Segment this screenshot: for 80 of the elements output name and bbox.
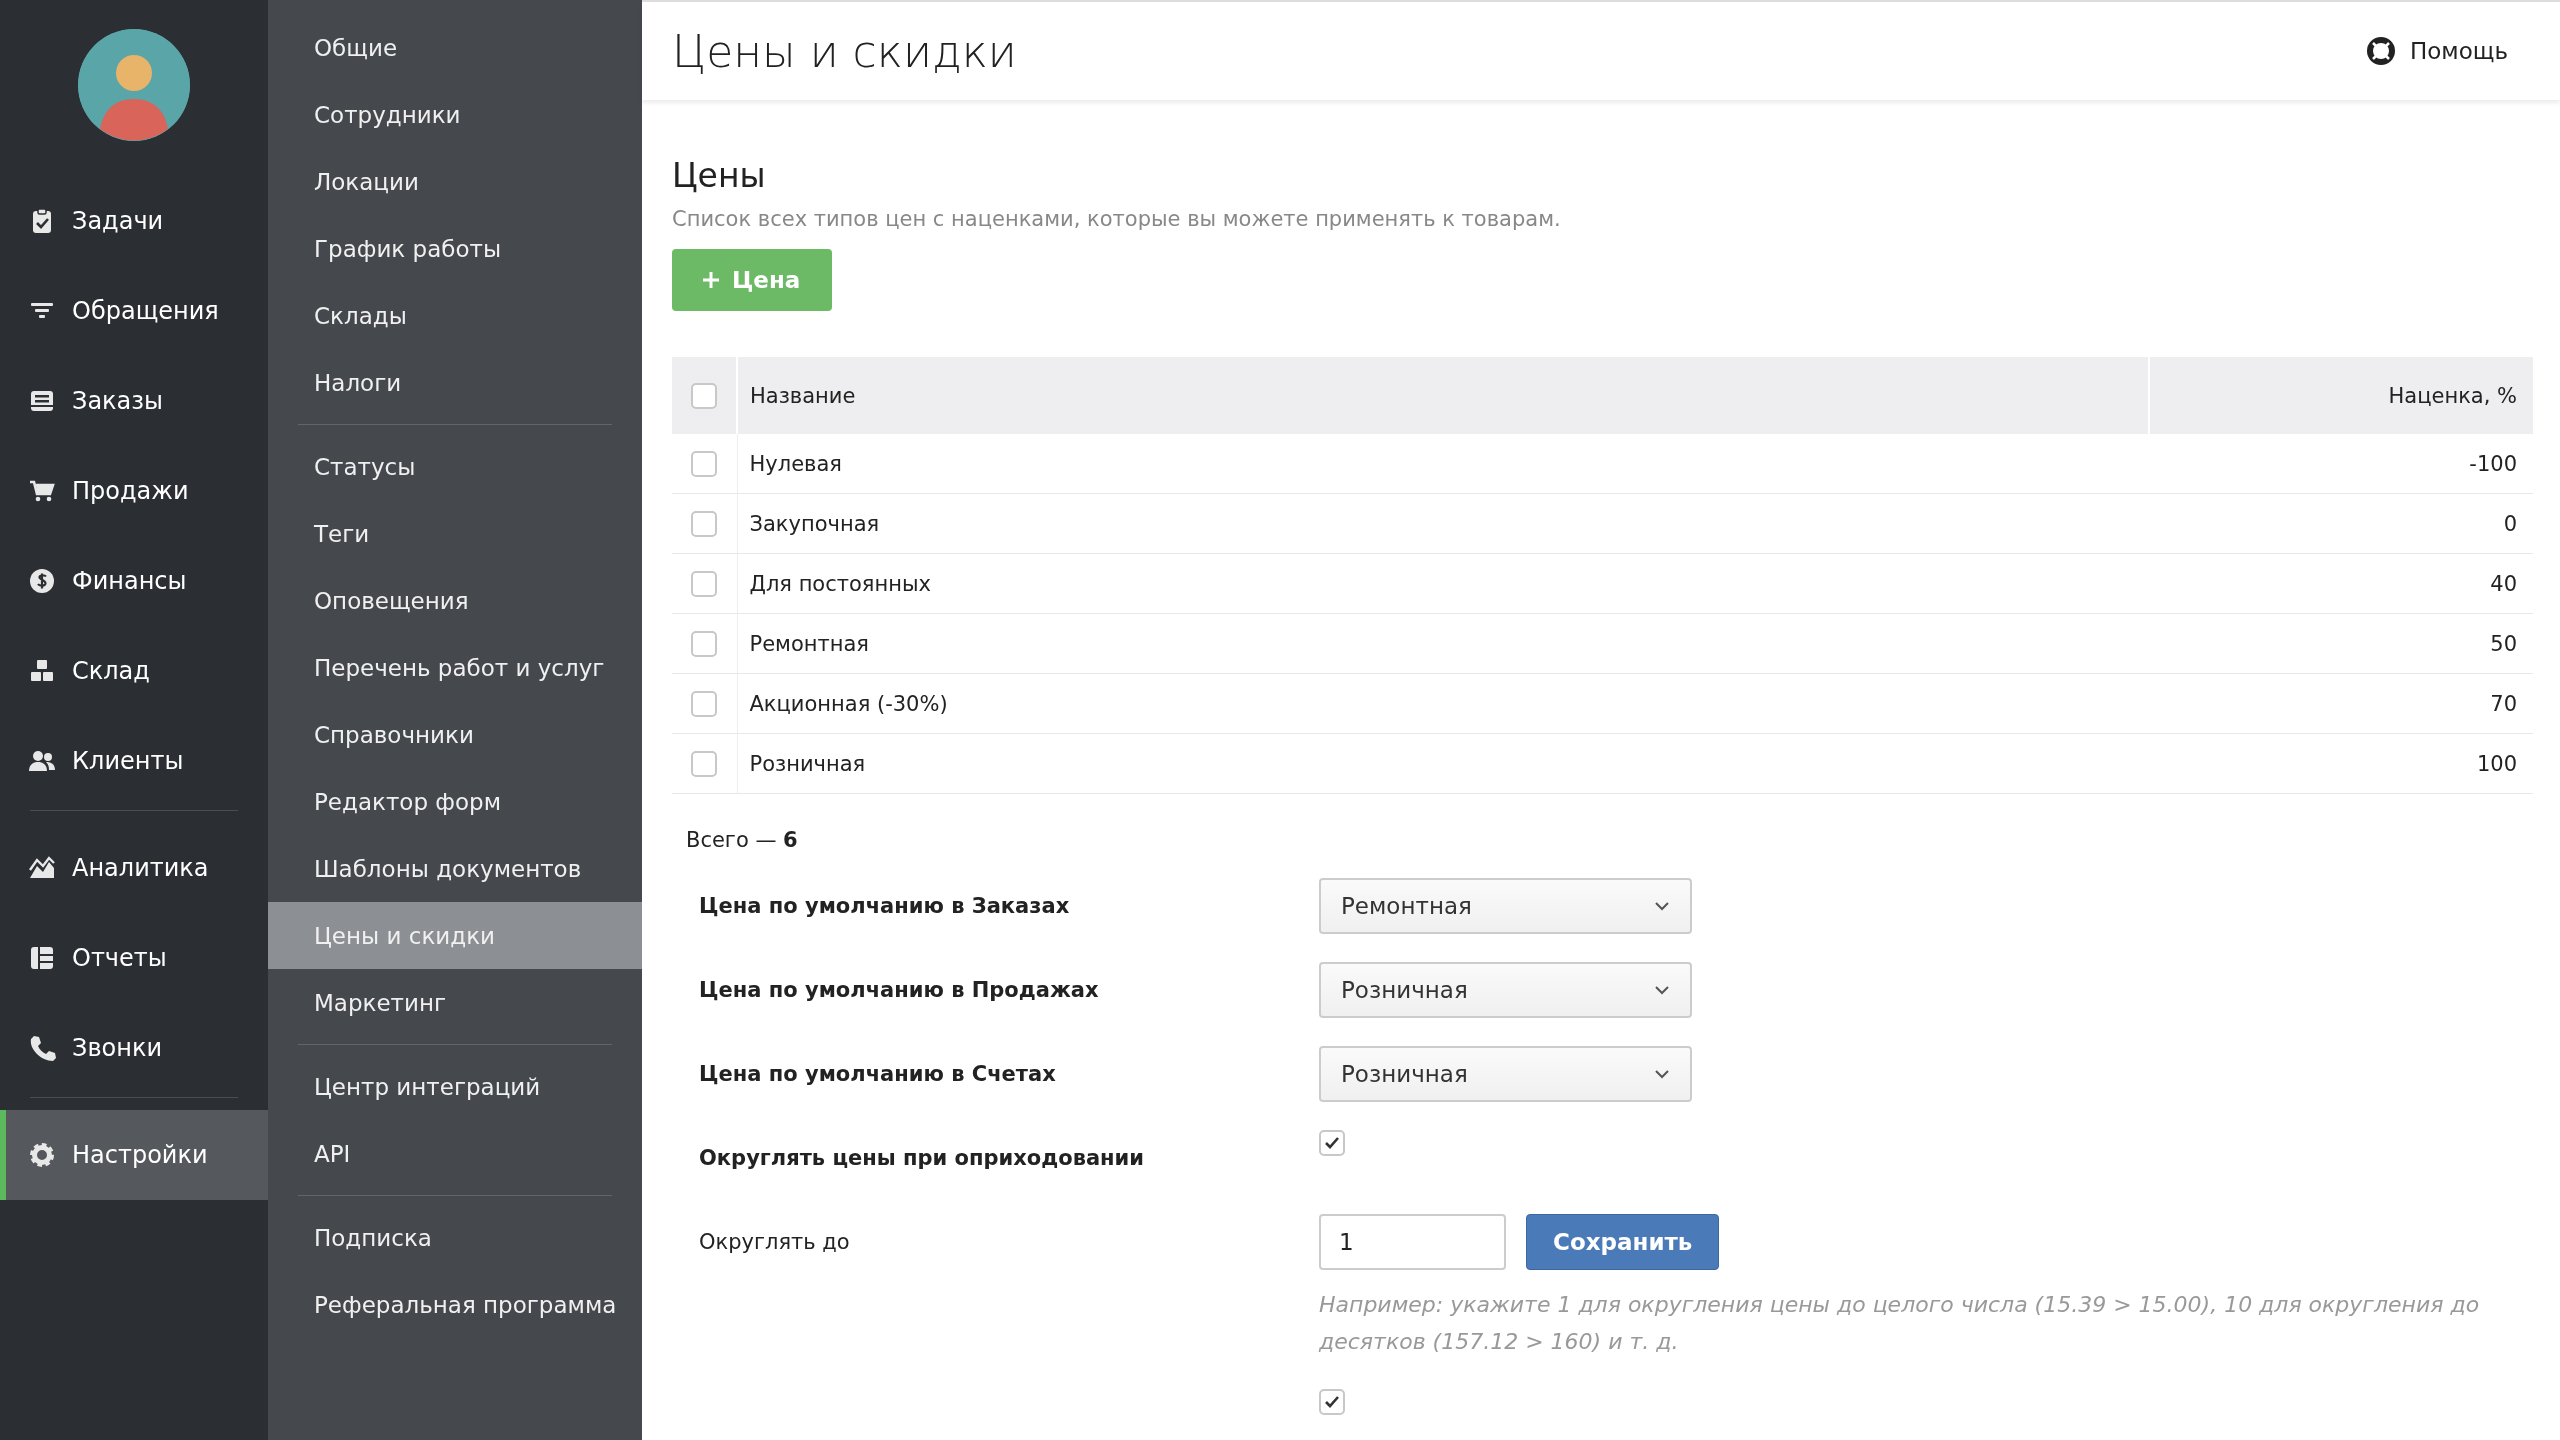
help-button[interactable]: Помощь bbox=[2360, 35, 2514, 67]
gear-icon bbox=[28, 1141, 56, 1169]
row-checkbox[interactable] bbox=[691, 630, 718, 657]
chevron-down-icon bbox=[1654, 985, 1670, 995]
settings-menu-item[interactable]: Подписка bbox=[268, 1204, 642, 1271]
settings-menu-item[interactable]: Общие bbox=[268, 14, 642, 81]
table-cell: 100 bbox=[2149, 733, 2533, 794]
checkbox[interactable] bbox=[1319, 1388, 1345, 1415]
nav-item[interactable]: Продажи bbox=[0, 446, 268, 536]
nav-item[interactable]: Задачи bbox=[0, 176, 268, 266]
price-dropdown[interactable]: Розничная bbox=[1319, 1046, 1692, 1102]
row-checkbox[interactable] bbox=[691, 570, 718, 597]
total-count: Всего — 6 bbox=[686, 828, 799, 852]
settings-menu-item[interactable]: Теги bbox=[268, 500, 642, 567]
table-cell: Акционная (-30%) bbox=[737, 673, 2149, 734]
nav-item[interactable]: Клиенты bbox=[0, 716, 268, 806]
page-title: Цены и скидки bbox=[672, 25, 1017, 77]
nav-item[interactable]: Склад bbox=[0, 626, 268, 716]
settings-menu-item[interactable]: Редактор форм bbox=[268, 768, 642, 835]
nav-item[interactable]: Звонки bbox=[0, 1003, 268, 1093]
row-checkbox[interactable] bbox=[691, 450, 718, 477]
price-dropdown[interactable]: Ремонтная bbox=[1319, 878, 1692, 934]
settings-menu-item[interactable]: Налоги bbox=[268, 349, 642, 416]
settings-menu-item[interactable]: Локации bbox=[268, 148, 642, 215]
nav-item[interactable]: Финансы bbox=[0, 536, 268, 626]
nav-item[interactable]: Обращения bbox=[0, 266, 268, 356]
table-cell: Нулевая bbox=[737, 434, 2149, 494]
hint-text: Например: укажите 1 для округления цены до целого числа (15.39 > 15.00), 10 для округления до десятков (157.12 > 160) и т. д. bbox=[1319, 1291, 2481, 1357]
table-cell: Розничная bbox=[737, 733, 2149, 794]
nav-item[interactable]: Настройки bbox=[0, 1110, 268, 1200]
price-dropdown[interactable]: Розничная bbox=[1319, 962, 1692, 1018]
settings-menu-item[interactable]: Справочники bbox=[268, 701, 642, 768]
row-checkbox[interactable] bbox=[691, 750, 718, 777]
column-header: Название bbox=[737, 357, 2149, 434]
phone-icon bbox=[28, 1034, 56, 1062]
save-button[interactable]: Сохранить bbox=[1526, 1214, 1720, 1270]
table-cell: Для постоянных bbox=[737, 553, 2149, 614]
settings-menu-item[interactable]: Статусы bbox=[268, 433, 642, 500]
check-icon bbox=[1324, 1136, 1340, 1150]
coin-icon bbox=[28, 567, 56, 595]
settings-menu-item[interactable]: Маркетинг bbox=[268, 969, 642, 1036]
table-cell: 70 bbox=[2149, 673, 2533, 734]
settings-menu-item[interactable]: График работы bbox=[268, 215, 642, 282]
lifebuoy-icon bbox=[2366, 36, 2396, 66]
table-cell: Ремонтная bbox=[737, 613, 2149, 674]
nav-item[interactable]: Отчеты bbox=[0, 913, 268, 1003]
row-checkbox[interactable] bbox=[691, 690, 718, 717]
row-checkbox[interactable] bbox=[691, 510, 718, 537]
field-label: Цена по умолчанию в Счетах bbox=[699, 1061, 1057, 1088]
table-icon bbox=[28, 944, 56, 972]
column-header: Наценка, % bbox=[2149, 357, 2533, 434]
nav-item[interactable]: Заказы bbox=[0, 356, 268, 446]
settings-menu-item[interactable]: Склады bbox=[268, 282, 642, 349]
input-field[interactable]: 1 bbox=[1319, 1214, 1506, 1270]
chevron-down-icon bbox=[1654, 901, 1670, 911]
select-all-checkbox[interactable] bbox=[691, 382, 717, 409]
settings-menu-item[interactable]: Оповещения bbox=[268, 567, 642, 634]
settings-menu-item[interactable]: Шаблоны документов bbox=[268, 835, 642, 902]
settings-menu-item[interactable]: API bbox=[268, 1120, 642, 1187]
field-label: Округлять цены при оприходовании bbox=[699, 1145, 1146, 1172]
settings-menu-item[interactable]: Центр интеграций bbox=[268, 1053, 642, 1120]
table-cell: 0 bbox=[2149, 493, 2533, 554]
table-cell: 50 bbox=[2149, 613, 2533, 674]
check-icon bbox=[1324, 1394, 1340, 1409]
field-label: Цена по умолчанию в Заказах bbox=[699, 893, 1071, 920]
table-cell: -100 bbox=[2149, 434, 2533, 494]
settings-menu-item[interactable]: Перечень работ и услуг bbox=[268, 634, 642, 701]
plus-icon bbox=[702, 271, 720, 289]
field-label: Цена по умолчанию в Продажах bbox=[699, 977, 1100, 1004]
avatar[interactable] bbox=[78, 29, 190, 141]
section-title: Цены bbox=[672, 156, 767, 195]
nav-item[interactable]: Аналитика bbox=[0, 823, 268, 913]
table-cell: 40 bbox=[2149, 553, 2533, 614]
settings-menu-item[interactable]: Реферальная программа bbox=[268, 1271, 642, 1338]
section-description: Список всех типов цен с наценками, которые вы можете применять к товарам. bbox=[672, 207, 1562, 231]
field-label: Округлять до bbox=[699, 1229, 851, 1256]
table-cell: Закупочная bbox=[737, 493, 2149, 554]
checkbox[interactable] bbox=[1319, 1130, 1345, 1156]
chevron-down-icon bbox=[1654, 1069, 1670, 1079]
settings-menu-item[interactable]: Сотрудники bbox=[268, 81, 642, 148]
